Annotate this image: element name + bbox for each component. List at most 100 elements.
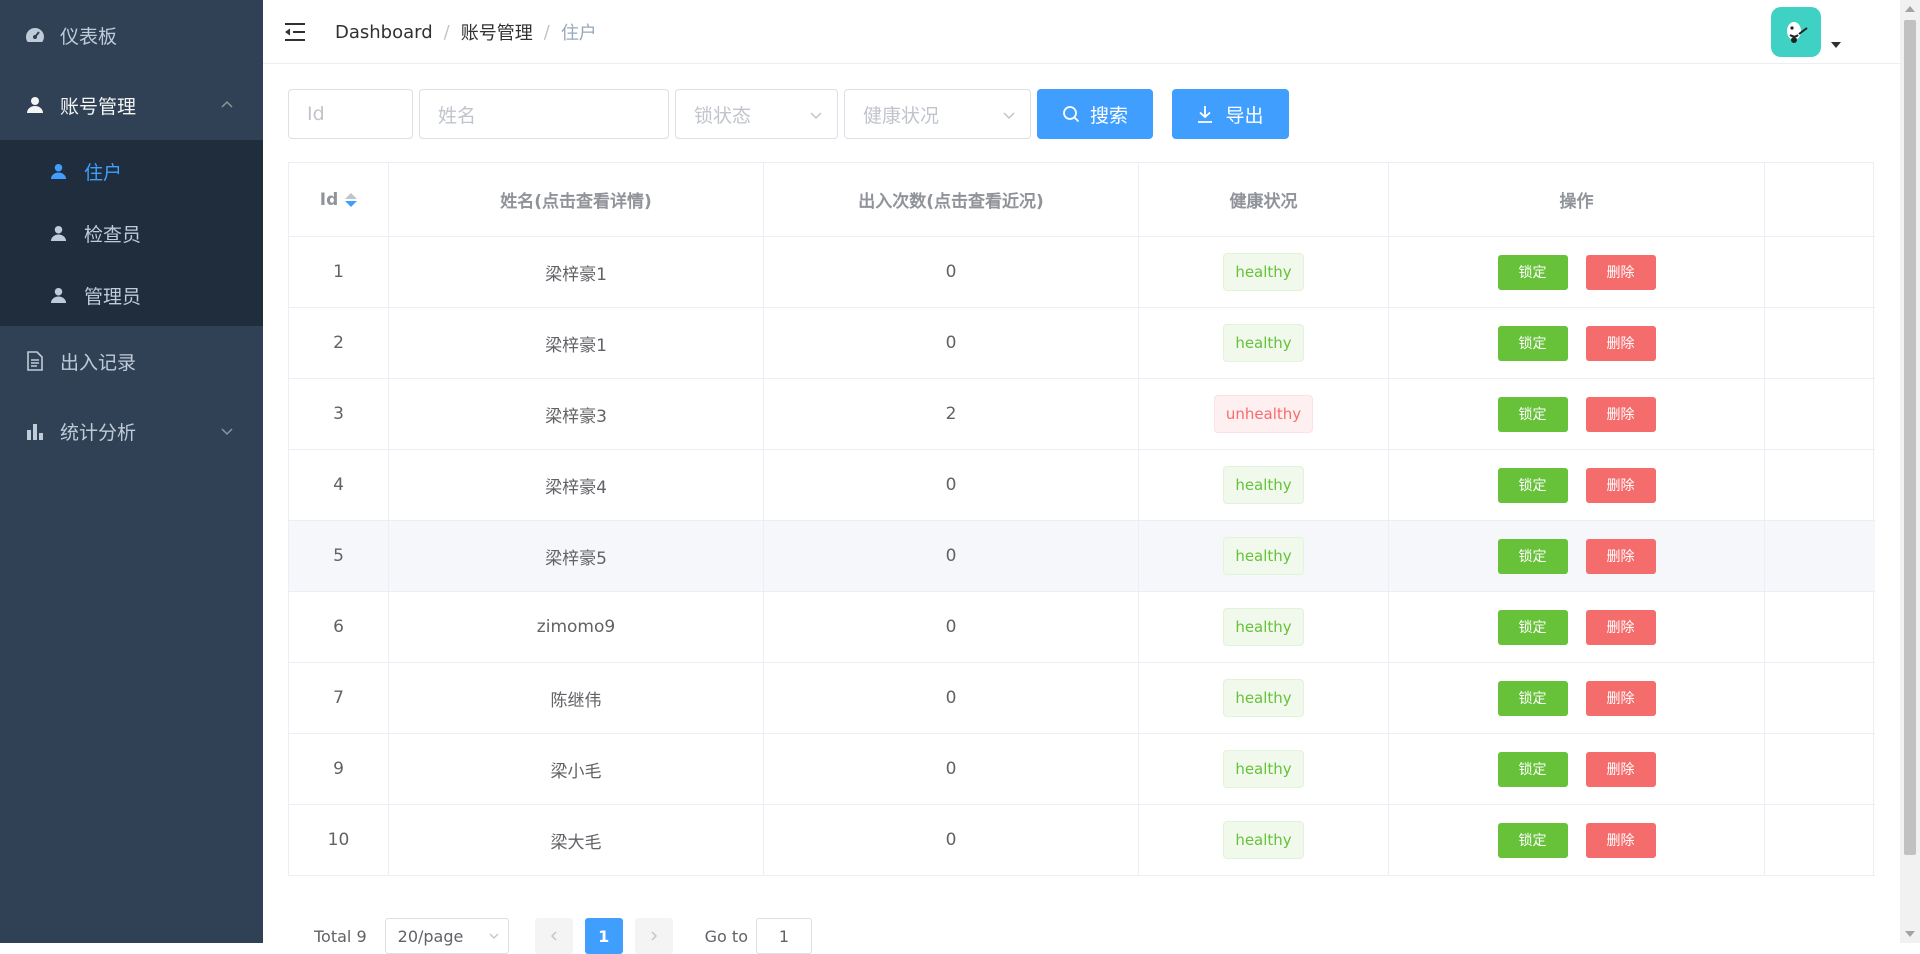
cell-count[interactable]: 0	[764, 237, 1139, 308]
cell-name[interactable]: 梁梓豪4	[389, 450, 764, 521]
lock-status-select[interactable]: 锁状态	[675, 89, 838, 139]
sidebar-item-admins[interactable]: 管理员	[0, 264, 263, 326]
resident-name-link[interactable]: 梁小毛	[551, 757, 602, 782]
access-count-link[interactable]: 0	[946, 475, 957, 495]
cell-filler	[1765, 663, 1875, 734]
cell-id-value: 2	[333, 333, 344, 353]
cell-actions: 锁定 删除	[1389, 521, 1765, 592]
cell-actions: 锁定 删除	[1389, 663, 1765, 734]
resident-name-link[interactable]: 梁梓豪1	[545, 331, 607, 356]
lock-button[interactable]: 锁定	[1497, 822, 1568, 858]
lock-button[interactable]: 锁定	[1497, 254, 1568, 290]
id-input[interactable]: Id	[288, 89, 413, 139]
health-status-placeholder: 健康状况	[863, 104, 940, 127]
vertical-scrollbar[interactable]	[1900, 0, 1920, 943]
cell-count[interactable]: 2	[764, 379, 1139, 450]
access-count-link[interactable]: 0	[946, 546, 957, 566]
delete-button[interactable]: 删除	[1585, 680, 1656, 716]
prev-page-button[interactable]	[534, 918, 573, 954]
cell-name[interactable]: 陈继伟	[389, 663, 764, 734]
sidebar-item-dashboard[interactable]: 仪表板	[0, 0, 263, 70]
cell-name[interactable]: zimomo9	[389, 592, 764, 663]
caret-down-icon[interactable]	[1831, 42, 1841, 48]
pagination: Total 9 20/page 1 Go to 1	[314, 918, 812, 954]
resident-name-link[interactable]: 梁梓豪5	[545, 544, 607, 569]
lock-button[interactable]: 锁定	[1497, 609, 1568, 645]
cell-name[interactable]: 梁大毛	[389, 805, 764, 876]
cell-health: unhealthy	[1139, 379, 1389, 450]
cell-id-value: 7	[333, 688, 344, 708]
page-number-current[interactable]: 1	[584, 918, 623, 954]
chevron-down-icon	[1003, 112, 1015, 120]
delete-button[interactable]: 删除	[1585, 467, 1656, 503]
resident-name-link[interactable]: 梁梓豪4	[545, 473, 607, 498]
access-count-link[interactable]: 0	[946, 333, 957, 353]
column-header-label: 出入次数(点击查看近况)	[858, 192, 1044, 212]
lock-button[interactable]: 锁定	[1497, 680, 1568, 716]
lock-button[interactable]: 锁定	[1497, 751, 1568, 787]
sidebar-item-inspectors[interactable]: 检查员	[0, 202, 263, 264]
cell-name[interactable]: 梁梓豪1	[389, 308, 764, 379]
breadcrumb-item[interactable]: 账号管理	[461, 19, 533, 45]
cell-id: 3	[289, 379, 389, 450]
export-button[interactable]: 导出	[1172, 89, 1289, 139]
lock-button[interactable]: 锁定	[1497, 396, 1568, 432]
lock-button[interactable]: 锁定	[1497, 325, 1568, 361]
lock-button[interactable]: 锁定	[1497, 538, 1568, 574]
next-page-button[interactable]	[634, 918, 673, 954]
column-header-id[interactable]: Id	[289, 163, 389, 237]
column-header-filler	[1765, 163, 1875, 237]
resident-name-link[interactable]: 梁梓豪1	[545, 260, 607, 285]
scrollbar-thumb[interactable]	[1904, 20, 1916, 855]
cell-name[interactable]: 梁梓豪5	[389, 521, 764, 592]
goto-page-input[interactable]: 1	[755, 918, 812, 954]
cell-count[interactable]: 0	[764, 805, 1139, 876]
lock-button[interactable]: 锁定	[1497, 467, 1568, 503]
cell-count[interactable]: 0	[764, 734, 1139, 805]
access-count-link[interactable]: 2	[946, 404, 957, 424]
delete-button[interactable]: 删除	[1585, 751, 1656, 787]
table-row: 6 zimomo9 0 healthy 锁定 删除	[289, 592, 1875, 663]
delete-button[interactable]: 删除	[1585, 538, 1656, 574]
cell-count[interactable]: 0	[764, 592, 1139, 663]
avatar[interactable]	[1771, 7, 1821, 57]
sidebar-item-residents[interactable]: 住户	[0, 140, 263, 202]
breadcrumb-item[interactable]: Dashboard	[335, 22, 433, 43]
sidebar-item-account[interactable]: 账号管理	[0, 70, 263, 140]
name-input[interactable]: 姓名	[419, 89, 669, 139]
access-count-link[interactable]: 0	[946, 617, 957, 637]
sidebar-item-statistics[interactable]: 统计分析	[0, 396, 263, 466]
cell-name[interactable]: 梁梓豪3	[389, 379, 764, 450]
sidebar-item-access-records[interactable]: 出入记录	[0, 326, 263, 396]
access-count-link[interactable]: 0	[946, 759, 957, 779]
scroll-down-arrow[interactable]	[1905, 931, 1915, 937]
cell-health: healthy	[1139, 237, 1389, 308]
cell-id-value: 10	[327, 830, 350, 850]
sort-caret-icon[interactable]	[345, 192, 358, 207]
search-button[interactable]: 搜索	[1037, 89, 1153, 139]
scroll-up-arrow[interactable]	[1905, 6, 1915, 12]
delete-button[interactable]: 删除	[1585, 254, 1656, 290]
cell-name[interactable]: 梁梓豪1	[389, 237, 764, 308]
access-count-link[interactable]: 0	[946, 262, 957, 282]
resident-name-link[interactable]: 陈继伟	[551, 686, 602, 711]
access-count-link[interactable]: 0	[946, 688, 957, 708]
delete-button[interactable]: 删除	[1585, 325, 1656, 361]
resident-name-link[interactable]: 梁梓豪3	[545, 402, 607, 427]
menu-fold-icon[interactable]	[283, 20, 307, 44]
cell-count[interactable]: 0	[764, 663, 1139, 734]
delete-button[interactable]: 删除	[1585, 609, 1656, 645]
cell-count[interactable]: 0	[764, 450, 1139, 521]
dashboard-icon	[24, 24, 46, 46]
cell-name[interactable]: 梁小毛	[389, 734, 764, 805]
resident-name-link[interactable]: 梁大毛	[551, 828, 602, 853]
cell-count[interactable]: 0	[764, 308, 1139, 379]
user-icon	[48, 285, 68, 305]
cell-count[interactable]: 0	[764, 521, 1139, 592]
resident-name-link[interactable]: zimomo9	[537, 617, 615, 637]
delete-button[interactable]: 删除	[1585, 396, 1656, 432]
health-status-select[interactable]: 健康状况	[844, 89, 1031, 139]
access-count-link[interactable]: 0	[946, 830, 957, 850]
delete-button[interactable]: 删除	[1585, 822, 1656, 858]
page-size-select[interactable]: 20/page	[384, 918, 509, 954]
